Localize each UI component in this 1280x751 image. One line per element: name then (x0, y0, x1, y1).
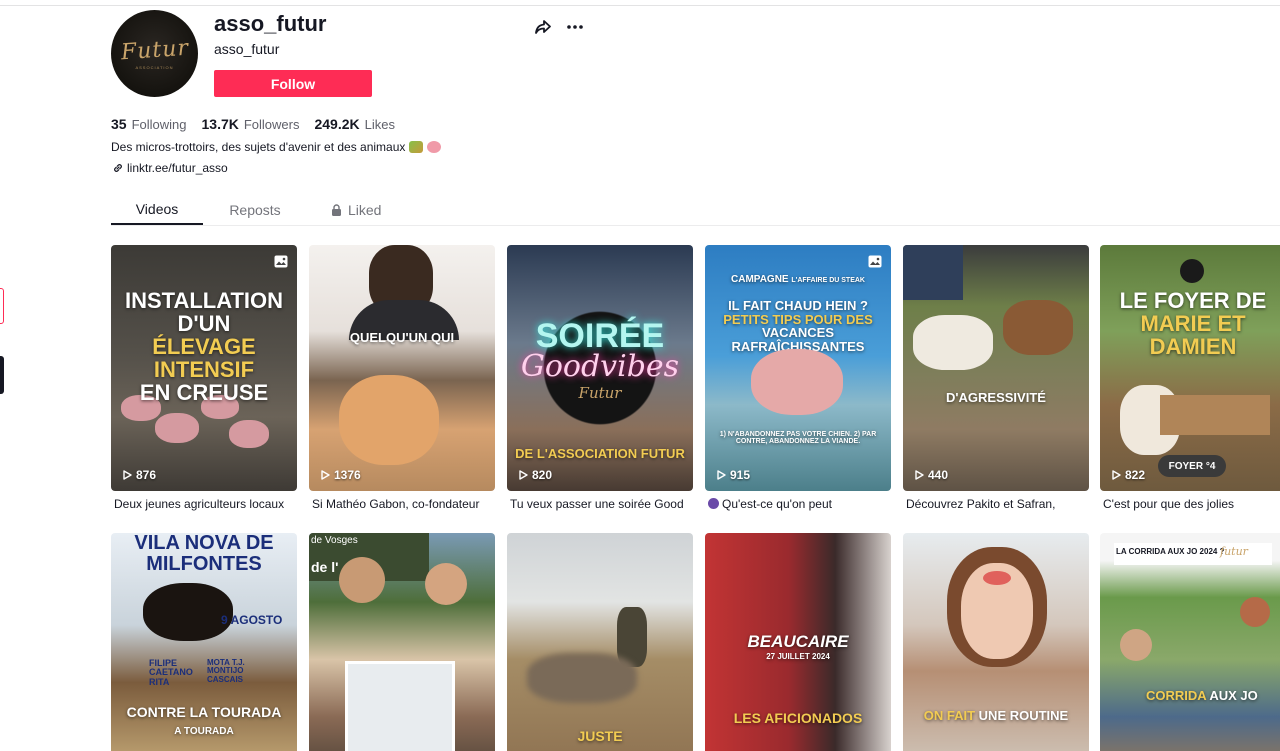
profile-bio: Des micros-trottoirs, des sujets d'aveni… (111, 140, 442, 154)
video-overlay-names: FILIPE CAETANO RITA (149, 658, 193, 687)
video-overlay-text: LES AFICIONADOS (733, 710, 863, 726)
play-icon (717, 470, 726, 480)
avatar[interactable]: Futur ASSOCIATION (111, 10, 198, 97)
likes-label: Likes (364, 117, 395, 132)
video-overlay-text: D'AGRESSIVITÉ (946, 390, 1046, 405)
video-card[interactable]: D'AGRESSIVITÉ 440 (903, 245, 1089, 491)
video-card[interactable]: SOIRÉE Goodvibes Futur DE L'ASSOCIATION … (507, 245, 693, 491)
video-overlay-text: LA CORRIDA AUX JO 2024 ? (1116, 547, 1225, 556)
profile-link-text[interactable]: linktr.ee/futur_asso (127, 161, 228, 175)
video-overlay-text: QUELQU'UN QUI (349, 330, 455, 345)
video-overlay-text: INSTALLATION D'UN ÉLEVAGE INTENSIF EN CR… (124, 288, 284, 406)
video-overlay-text: VILA NOVA DE MILFONTES (134, 533, 274, 575)
play-icon (1112, 470, 1121, 480)
video-overlay-text: IL FAIT CHAUD HEIN ? PETITS TIPS POUR DE… (723, 298, 873, 354)
following-label[interactable]: Following (132, 117, 187, 132)
video-caption[interactable]: Qu'est-ce qu'on peut (708, 497, 894, 511)
avatar-logo-subtext: ASSOCIATION (135, 64, 174, 70)
link-icon (114, 164, 122, 172)
video-card[interactable]: CAMPAGNE L'AFFAIRE DU STEAK IL FAIT CHAU… (705, 245, 891, 491)
video-views: 876 (123, 468, 156, 482)
more-options-icon[interactable] (565, 17, 585, 37)
video-overlay-text: DE L'ASSOCIATION FUTUR (515, 446, 685, 461)
video-overlay-text: SOIRÉE Goodvibes Futur (520, 317, 680, 403)
profile-tabs: Videos Reposts Liked (111, 194, 381, 225)
tab-videos[interactable]: Videos (111, 194, 203, 225)
video-views: 820 (519, 468, 552, 482)
tab-liked[interactable]: Liked (307, 194, 381, 225)
video-overlay-text: CORRIDA AUX JO (1146, 688, 1258, 703)
lock-icon (332, 203, 341, 216)
photo-mode-icon (868, 255, 882, 268)
video-views: 915 (717, 468, 750, 482)
video-overlay-badge: FOYER °4 (1158, 455, 1226, 477)
video-caption[interactable]: Si Mathéo Gabon, co-fondateur (312, 497, 498, 511)
emoji-icon (708, 498, 719, 509)
video-overlay-text: de l' (311, 559, 339, 575)
video-caption[interactable]: Deux jeunes agriculteurs locaux (114, 497, 300, 511)
video-overlay-date: 9 AGOSTO (221, 613, 283, 627)
video-overlay-text: CAMPAGNE L'AFFAIRE DU STEAK (731, 274, 865, 285)
pig-emoji-icon (427, 141, 442, 153)
video-caption[interactable]: C'est pour que des jolies (1103, 497, 1280, 511)
tabs-divider (111, 225, 1280, 226)
video-overlay-text: A TOURADA (174, 726, 234, 737)
profile-username: asso_futur (214, 11, 327, 36)
sidebar-edge-button-dark[interactable] (0, 356, 4, 394)
video-overlay-small-text: 1) N'ABANDONNEZ PAS VOTRE CHIEN. 2) PAR … (719, 431, 877, 446)
video-overlay-text: LE FOYER DE MARIE ET DAMIEN (1119, 288, 1267, 360)
play-icon (915, 470, 924, 480)
profile-link[interactable]: linktr.ee/futur_asso (112, 161, 228, 175)
video-card[interactable]: VILA NOVA DE MILFONTES 9 AGOSTO FILIPE C… (111, 533, 297, 751)
video-views: 440 (915, 468, 948, 482)
play-icon (321, 470, 330, 480)
video-card[interactable]: ON FAIT UNE ROUTINE (903, 533, 1089, 751)
profile-nickname: asso_futur (214, 41, 280, 57)
avatar-logo-text: Futur (119, 35, 190, 65)
video-card[interactable]: JUSTE (507, 533, 693, 751)
video-views: 1376 (321, 468, 361, 482)
plant-emoji-icon (409, 141, 424, 153)
video-overlay-text: de Vosges (311, 535, 358, 546)
video-card[interactable]: INSTALLATION D'UN ÉLEVAGE INTENSIF EN CR… (111, 245, 297, 491)
tab-reposts[interactable]: Reposts (203, 194, 307, 225)
video-views: 822 (1112, 468, 1145, 482)
share-icon[interactable] (533, 17, 553, 37)
video-overlay-names-2: MOTA T.J. MONTIJO CASCAIS (207, 658, 245, 684)
video-overlay-brand: futur (1220, 545, 1248, 558)
video-overlay-text: JUSTE (577, 728, 623, 744)
video-overlay-text: CONTRE LA TOURADA (126, 704, 282, 720)
video-card[interactable]: QUELQU'UN QUI 1376 (309, 245, 495, 491)
bio-text: Des micros-trottoirs, des sujets d'aveni… (111, 140, 406, 154)
video-card[interactable]: LE FOYER DE MARIE ET DAMIEN FOYER °4 822 (1100, 245, 1280, 491)
following-count[interactable]: 35 (111, 116, 127, 132)
sidebar-edge-button-outline[interactable] (0, 288, 4, 324)
play-icon (519, 470, 528, 480)
video-card[interactable]: BEAUCAIRE 27 JUILLET 2024 LES AFICIONADO… (705, 533, 891, 751)
follow-button[interactable]: Follow (214, 70, 372, 97)
profile-stats: 35 Following 13.7K Followers 249.2K Like… (111, 116, 410, 132)
tab-liked-label[interactable]: Liked (348, 202, 381, 218)
top-divider (0, 5, 1280, 6)
video-card[interactable]: LA CORRIDA AUX JO 2024 ? futur CORRIDA A… (1100, 533, 1280, 751)
followers-label[interactable]: Followers (244, 117, 300, 132)
video-caption[interactable]: Découvrez Pakito et Safran, (906, 497, 1092, 511)
video-overlay-text: ON FAIT UNE ROUTINE (923, 708, 1069, 723)
photo-mode-icon (274, 255, 288, 268)
video-caption[interactable]: Tu veux passer une soirée Good (510, 497, 696, 511)
video-card[interactable]: de Vosges de l' (309, 533, 495, 751)
play-icon (123, 470, 132, 480)
video-overlay-text: BEAUCAIRE 27 JUILLET 2024 (747, 632, 849, 661)
likes-count: 249.2K (314, 116, 360, 132)
followers-count[interactable]: 13.7K (202, 116, 239, 132)
